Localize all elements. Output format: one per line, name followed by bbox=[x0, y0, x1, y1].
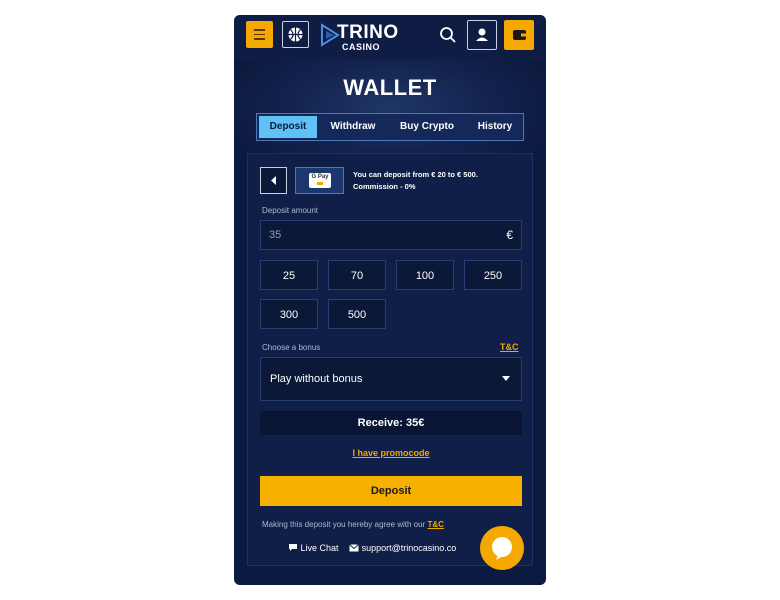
tab-withdraw[interactable]: Withdraw bbox=[321, 114, 385, 140]
support-email: support@trinocasino.co bbox=[361, 543, 457, 553]
bonus-select[interactable]: Play without bonus bbox=[260, 357, 522, 401]
bonus-tc-link[interactable]: T&C bbox=[500, 342, 519, 352]
gpay-logo: G Pay bbox=[309, 173, 331, 188]
menu-icon-line bbox=[254, 33, 265, 35]
receive-summary: Receive: 35€ bbox=[260, 411, 522, 435]
chevron-down-icon bbox=[502, 376, 510, 381]
quick-amount-250[interactable]: 250 bbox=[464, 260, 522, 290]
deposit-amount-value: 35 bbox=[269, 229, 282, 241]
back-button[interactable] bbox=[260, 167, 287, 194]
tab-history[interactable]: History bbox=[469, 114, 521, 140]
bonus-selected-value: Play without bonus bbox=[270, 373, 363, 385]
gpay-card-icon bbox=[317, 182, 323, 185]
deposit-limits-info: You can deposit from € 20 to € 500. Comm… bbox=[353, 169, 478, 193]
deposit-amount-label: Deposit amount bbox=[262, 206, 319, 215]
agreement-tc-link[interactable]: T&C bbox=[427, 520, 443, 529]
euro-icon: € bbox=[506, 228, 513, 242]
quick-amount-300[interactable]: 300 bbox=[260, 299, 318, 329]
chat-widget-button[interactable] bbox=[480, 526, 524, 570]
deposit-range-text: You can deposit from € 20 to € 500. bbox=[353, 170, 478, 179]
wallet-tabs: Deposit Withdraw Buy Crypto History bbox=[256, 113, 524, 141]
chat-bubble-icon bbox=[492, 537, 512, 560]
quick-amount-500[interactable]: 500 bbox=[328, 299, 386, 329]
quick-amount-25[interactable]: 25 bbox=[260, 260, 318, 290]
quick-amount-100[interactable]: 100 bbox=[396, 260, 454, 290]
logo-text-trino: TRINO bbox=[337, 22, 399, 43]
chevron-left-icon bbox=[271, 176, 276, 185]
user-icon bbox=[476, 28, 488, 41]
wallet-button[interactable] bbox=[504, 20, 534, 50]
payment-method-gpay[interactable]: G Pay bbox=[295, 167, 344, 194]
support-links: Live Chat support@trinocasino.co bbox=[288, 543, 456, 553]
agreement-prefix: Making this deposit you hereby agree wit… bbox=[262, 520, 426, 529]
commission-text: Commission - 0% bbox=[353, 182, 416, 191]
tab-buy-crypto[interactable]: Buy Crypto bbox=[391, 114, 463, 140]
choose-bonus-label: Choose a bonus bbox=[262, 343, 321, 352]
mail-icon bbox=[349, 544, 359, 552]
search-icon[interactable] bbox=[439, 26, 457, 44]
deposit-button[interactable]: Deposit bbox=[260, 476, 522, 506]
support-email-link[interactable]: support@trinocasino.co bbox=[349, 543, 456, 553]
deposit-card: G Pay You can deposit from € 20 to € 500… bbox=[247, 153, 533, 566]
menu-icon bbox=[254, 29, 265, 31]
agreement-text: Making this deposit you hereby agree wit… bbox=[262, 520, 444, 529]
trino-casino-logo[interactable]: TRINO CASINO bbox=[320, 20, 398, 54]
top-bar: TRINO CASINO bbox=[234, 15, 546, 59]
tab-deposit[interactable]: Deposit bbox=[259, 116, 317, 138]
live-chat-label: Live Chat bbox=[300, 543, 339, 553]
basketball-icon bbox=[288, 27, 303, 42]
logo-text-casino: CASINO bbox=[342, 42, 381, 52]
phone-frame: TRINO CASINO WALLET Deposit Withdraw Buy… bbox=[234, 15, 546, 585]
deposit-amount-input[interactable]: 35 € bbox=[260, 220, 522, 250]
sports-button[interactable] bbox=[282, 21, 309, 48]
page-title: WALLET bbox=[343, 75, 437, 100]
chat-icon bbox=[289, 544, 297, 551]
promocode-link[interactable]: I have promocode bbox=[248, 448, 534, 458]
wallet-icon bbox=[513, 30, 526, 40]
quick-amount-70[interactable]: 70 bbox=[328, 260, 386, 290]
gpay-label: G Pay bbox=[311, 174, 329, 180]
menu-icon-line bbox=[254, 38, 265, 40]
account-button[interactable] bbox=[467, 20, 497, 50]
live-chat-link[interactable]: Live Chat bbox=[288, 543, 341, 553]
menu-button[interactable] bbox=[246, 21, 273, 48]
